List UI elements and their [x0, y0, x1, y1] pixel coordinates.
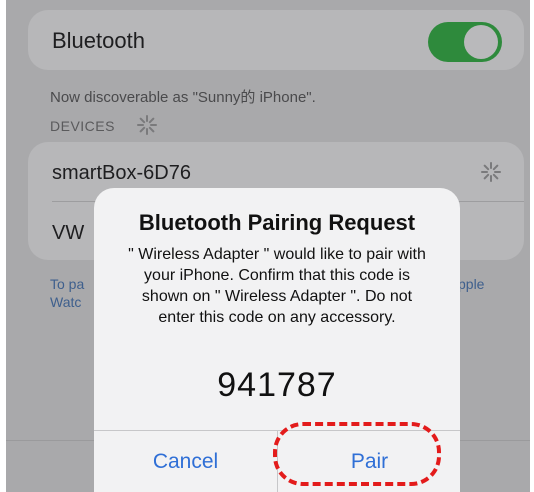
loading-spinner-icon	[480, 161, 502, 183]
bluetooth-row: Bluetooth	[28, 10, 524, 70]
cancel-button[interactable]: Cancel	[94, 431, 277, 492]
discoverable-text: Now discoverable as "Sunny的 iPhone".	[50, 89, 316, 106]
dialog-message: " Wireless Adapter " would like to pair …	[128, 246, 426, 326]
footer-text-right: pple	[458, 276, 485, 292]
pair-button-highlight	[273, 422, 441, 486]
bluetooth-label: Bluetooth	[52, 28, 145, 53]
device-name: VW	[52, 222, 85, 244]
bluetooth-toggle[interactable]	[428, 22, 502, 62]
cancel-button-label: Cancel	[152, 449, 219, 473]
device-name: smartBox-6D76	[52, 162, 191, 184]
footer-text-line-2: Watc	[50, 294, 82, 310]
devices-header-label: DEVICES	[50, 118, 115, 134]
pairing-code: 941787	[217, 366, 337, 404]
dialog-title: Bluetooth Pairing Request	[138, 210, 416, 235]
settings-screen: Bluetooth Now discoverable as "Sunny的 iP…	[6, 0, 530, 492]
toggle-knob	[464, 25, 498, 59]
footer-text-line-1: To pa	[50, 276, 85, 292]
loading-spinner-icon	[136, 114, 158, 136]
devices-header: DEVICES	[50, 118, 115, 134]
